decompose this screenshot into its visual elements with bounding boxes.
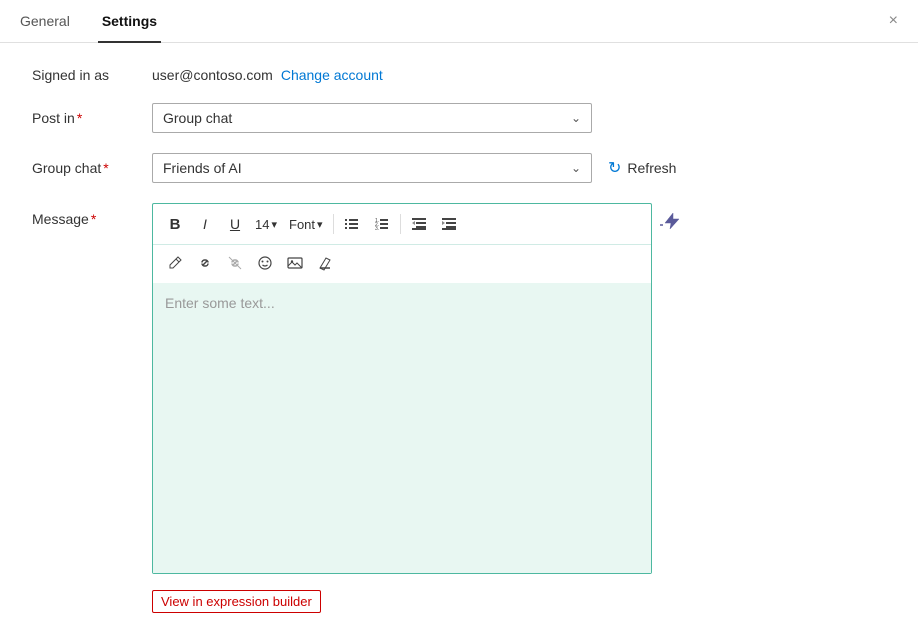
signed-in-label: Signed in as (32, 67, 152, 83)
tab-settings[interactable]: Settings (98, 1, 161, 43)
indent-decrease-icon (411, 216, 427, 232)
group-chat-dropdown-arrow: ⌄ (571, 161, 581, 175)
editor-placeholder: Enter some text... (165, 295, 275, 311)
bullet-list-button[interactable] (338, 210, 366, 238)
refresh-icon: ↻ (608, 158, 621, 178)
post-in-dropdown[interactable]: Group chat ⌄ (152, 103, 592, 133)
group-chat-dropdown[interactable]: Friends of AI ⌄ (152, 153, 592, 183)
eraser-button[interactable] (311, 249, 339, 277)
signed-in-value: user@contoso.com (152, 67, 273, 83)
indent-increase-button[interactable] (435, 210, 463, 238)
group-chat-controls: Friends of AI ⌄ ↻ Refresh (152, 153, 684, 183)
editor-body[interactable]: Enter some text... (153, 283, 651, 573)
message-required: * (91, 211, 96, 227)
font-size-arrow: ▾ (271, 218, 277, 231)
indent-increase-icon (441, 216, 457, 232)
image-icon (287, 255, 303, 271)
editor-toolbar-row1: B I U 14 ▾ Font ▾ (153, 204, 651, 245)
form-area: Signed in as user@contoso.com Change acc… (0, 43, 918, 637)
editor-toolbar-row2 (153, 245, 651, 283)
numbered-list-icon: 1. 2. 3. (374, 216, 390, 232)
expr-builder-link[interactable]: View in expression builder (152, 590, 321, 613)
font-dropdown-arrow: ▾ (317, 218, 323, 231)
post-in-label: Post in* (32, 110, 152, 126)
link-icon (197, 255, 213, 271)
group-chat-row: Group chat* Friends of AI ⌄ ↻ Refresh (32, 153, 886, 183)
unlink-icon (227, 255, 243, 271)
emoji-button[interactable] (251, 249, 279, 277)
post-in-required: * (77, 110, 82, 126)
pen-icon (167, 255, 183, 271)
post-in-dropdown-arrow: ⌄ (571, 111, 581, 125)
numbered-list-button[interactable]: 1. 2. 3. (368, 210, 396, 238)
unlink-button[interactable] (221, 249, 249, 277)
toolbar-separator-1 (333, 214, 334, 234)
svg-text:3.: 3. (375, 226, 379, 232)
underline-button[interactable]: U (221, 210, 249, 238)
image-button[interactable] (281, 249, 309, 277)
indent-decrease-button[interactable] (405, 210, 433, 238)
tab-bar: General Settings × (0, 0, 918, 43)
font-dropdown[interactable]: Font ▾ (283, 215, 329, 234)
editor-container: B I U 14 ▾ Font ▾ (152, 203, 652, 574)
bullet-list-icon (344, 216, 360, 232)
message-row: Message* B I U 14 ▾ Font ▾ (32, 203, 886, 574)
expr-link-wrap: View in expression builder (152, 578, 886, 613)
bold-button[interactable]: B (161, 210, 189, 238)
editor-wrapper: B I U 14 ▾ Font ▾ (152, 203, 680, 574)
change-account-link[interactable]: Change account (281, 67, 383, 83)
close-icon[interactable]: × (885, 8, 902, 34)
message-label: Message* (32, 203, 152, 227)
refresh-button[interactable]: ↻ Refresh (600, 154, 684, 182)
expression-side-icon[interactable] (660, 211, 680, 236)
signed-in-row: Signed in as user@contoso.com Change acc… (32, 67, 886, 83)
group-chat-required: * (103, 160, 108, 176)
post-in-row: Post in* Group chat ⌄ (32, 103, 886, 133)
tab-general[interactable]: General (16, 1, 74, 43)
emoji-icon (257, 255, 273, 271)
pen-button[interactable] (161, 249, 189, 277)
toolbar-separator-2 (400, 214, 401, 234)
link-button[interactable] (191, 249, 219, 277)
font-size-selector[interactable]: 14 ▾ (251, 215, 281, 234)
group-chat-label: Group chat* (32, 160, 152, 176)
tab-list: General Settings (16, 0, 161, 42)
eraser-icon (317, 255, 333, 271)
italic-button[interactable]: I (191, 210, 219, 238)
